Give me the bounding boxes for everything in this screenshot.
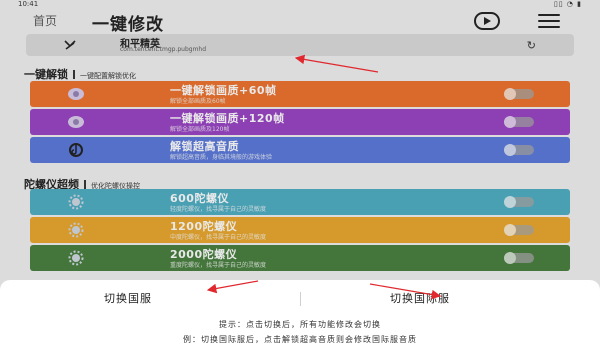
gear-icon [66,250,86,266]
play-circle-icon[interactable] [474,12,500,30]
game-selector[interactable]: 和平精英 com.tencent.tmgp.pubgmhd ↻ [26,34,574,56]
game-logo-icon [64,40,76,50]
section-unlock-title: 一键解锁 [24,68,68,81]
arrow-to-game-bar [294,54,379,73]
section-unlock-subtitle: 一键配置解锁优化 [80,72,136,80]
unlock-card-3[interactable]: 解锁超高音质 解锁超高音质，身临其境般的游戏体验 [30,137,570,163]
gyro-card-1[interactable]: 600陀螺仪 轻度陀螺仪，找寻属于自己的灵敏度 [30,189,570,215]
unlock-desc: 解锁超高音质，身临其境般的游戏体验 [170,154,273,161]
unlock-toggle[interactable] [504,88,534,100]
gear-icon [66,194,86,210]
gamepad-icon [66,114,86,130]
unlock-toggle[interactable] [504,116,534,128]
switch-international-button[interactable]: 切换国际服 [390,290,450,306]
toggle-knob [504,252,516,264]
divider [300,292,301,306]
unlock-card-2[interactable]: 一键解锁画质+120帧 解锁全部画质及120帧 [30,109,570,135]
hamburger-menu-icon[interactable] [538,14,560,30]
app-header: 首页 一键修改 [0,6,600,35]
gyro-toggle[interactable] [504,252,534,264]
gamepad-icon [66,86,86,102]
game-package: com.tencent.tmgp.pubgmhd [120,46,207,53]
unlock-toggle[interactable] [504,144,534,156]
gyro-desc: 中度陀螺仪，找寻属于自己的灵敏度 [170,234,267,241]
toggle-knob [504,196,516,208]
unlock-card-1[interactable]: 一键解锁画质+60帧 解锁全部画质及60帧 [30,81,570,107]
gear-icon [66,222,86,238]
toggle-knob [504,144,516,156]
gyro-toggle[interactable] [504,196,534,208]
section-unlock-heading: 一键解锁 一键配置解锁优化 [24,66,136,82]
tip-line-1: 提示：点击切换后，所有功能修改会切换 [219,320,381,329]
unlock-desc: 解锁全部画质及120帧 [170,126,230,133]
switch-domestic-button[interactable]: 切换国服 [104,290,152,306]
unlock-desc: 解锁全部画质及60帧 [170,98,226,105]
toggle-knob [504,224,516,236]
gyro-desc: 轻度陀螺仪，找寻属于自己的灵敏度 [170,206,267,213]
gyro-desc: 重度陀螺仪，找寻属于自己的灵敏度 [170,262,267,269]
gyro-card-3[interactable]: 2000陀螺仪 重度陀螺仪，找寻属于自己的灵敏度 [30,245,570,271]
home-link[interactable]: 首页 [33,12,57,29]
toggle-knob [504,116,516,128]
bottom-sheet: 切换国服 切换国际服 提示：点击切换后，所有功能修改会切换 例：切换国际服后，点… [0,280,600,350]
refresh-icon[interactable]: ↻ [527,39,536,52]
tip-line-2: 例：切换国际服后，点击解锁超高音质则会修改国际服音质 [183,335,417,344]
tiktok-icon [66,142,86,158]
page-title: 一键修改 [92,15,164,35]
toggle-knob [504,88,516,100]
gyro-toggle[interactable] [504,224,534,236]
gyro-card-2[interactable]: 1200陀螺仪 中度陀螺仪，找寻属于自己的灵敏度 [30,217,570,243]
